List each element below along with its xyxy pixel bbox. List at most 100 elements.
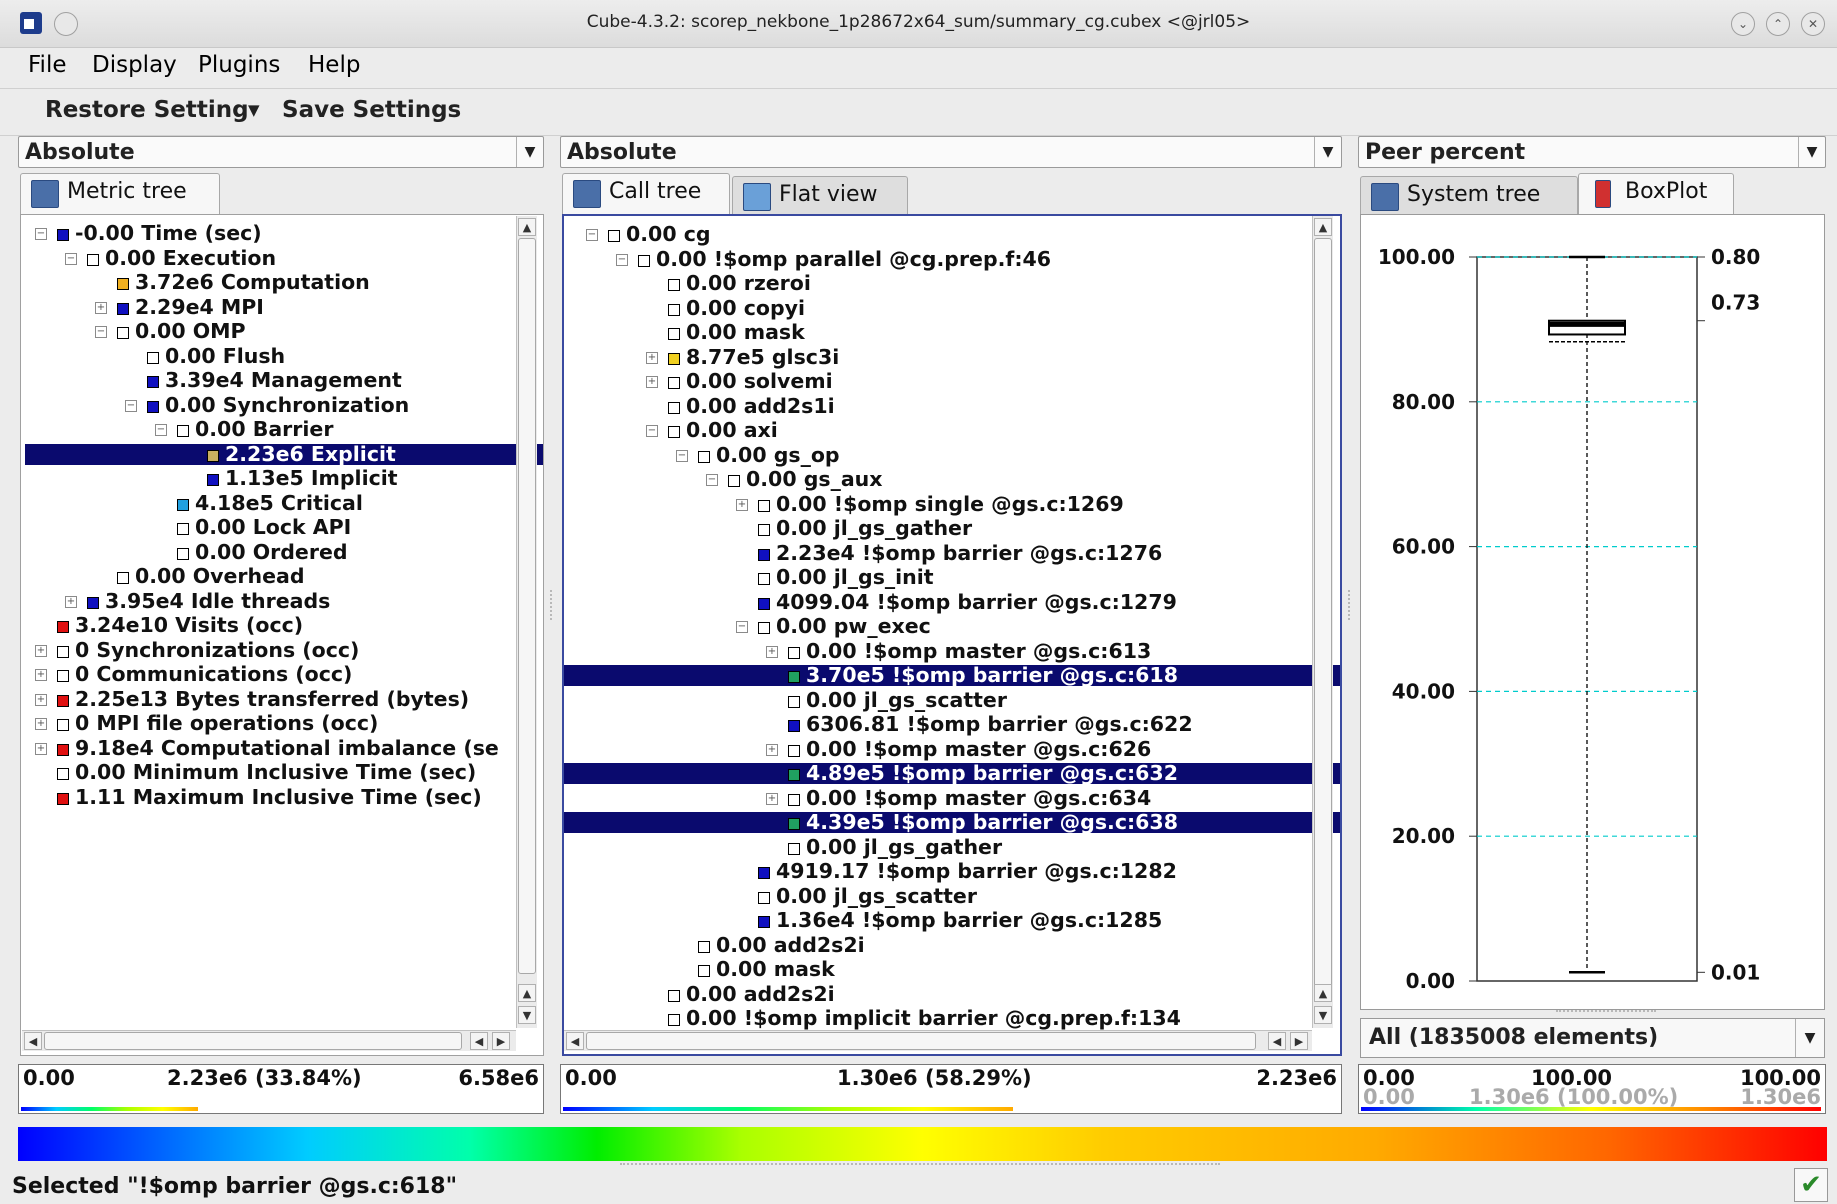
tree-row[interactable]: 0.00 rzeroi xyxy=(668,273,811,294)
tree-row[interactable]: 0.00 add2s2i xyxy=(698,934,865,956)
tree-row[interactable]: 0.00 Overhead xyxy=(117,566,305,587)
scroll-left-icon[interactable]: ◀ xyxy=(24,1032,42,1050)
close-icon[interactable]: ✕ xyxy=(1801,12,1825,36)
tab-system-tree[interactable]: System tree xyxy=(1360,176,1578,214)
tree-row[interactable]: 4.18e5 Critical xyxy=(177,492,363,514)
tree-row[interactable]: 0 Synchronizations (occ) xyxy=(57,639,359,661)
expand-icon[interactable]: + xyxy=(766,645,778,658)
collapse-icon[interactable]: − xyxy=(35,228,47,240)
tree-row[interactable]: 0.00 add2s2i xyxy=(668,983,835,1005)
splitter-handle[interactable] xyxy=(620,1163,1220,1169)
tree-row[interactable]: 8.77e5 glsc3i xyxy=(668,346,839,368)
scroll-up-icon[interactable]: ▲ xyxy=(518,984,536,1002)
tree-row[interactable]: 0.00 pw_exec xyxy=(758,616,931,637)
metric-mode-select[interactable]: Absolute ▼ xyxy=(18,136,544,168)
tree-row[interactable]: 6306.81 !$omp barrier @gs.c:622 xyxy=(788,714,1193,735)
scroll-thumb[interactable] xyxy=(1314,238,1332,992)
tree-row[interactable]: 0.00 jl_gs_gather xyxy=(788,836,1002,858)
chevron-down-icon[interactable]: ▼ xyxy=(248,92,260,128)
tree-row[interactable]: 0.00 jl_gs_gather xyxy=(758,518,972,539)
scroll-thumb[interactable] xyxy=(586,1032,1256,1050)
tree-row[interactable]: 0.00 mask xyxy=(668,322,805,343)
scroll-up-icon[interactable]: ▲ xyxy=(518,218,536,236)
tree-row[interactable]: 9.18e4 Computational imbalance (se xyxy=(57,737,499,759)
tree-row[interactable]: 2.23e6 Explicit xyxy=(25,443,543,465)
scroll-right-icon[interactable]: ▶ xyxy=(492,1032,510,1050)
maximize-icon[interactable]: ⌃ xyxy=(1766,12,1790,36)
expand-icon[interactable]: + xyxy=(646,376,658,388)
collapse-icon[interactable]: − xyxy=(736,621,748,633)
expand-icon[interactable]: + xyxy=(95,301,107,314)
tree-row[interactable]: 0.00 cg xyxy=(608,224,711,245)
collapse-icon[interactable]: − xyxy=(95,326,107,338)
expand-icon[interactable]: + xyxy=(35,693,47,706)
tree-row[interactable]: 0 Communications (occ) xyxy=(57,664,352,685)
splitter-handle[interactable] xyxy=(1556,1010,1656,1016)
tree-row[interactable]: 0.00 gs_aux xyxy=(728,469,883,490)
tree-row[interactable]: 4099.04 !$omp barrier @gs.c:1279 xyxy=(758,591,1177,613)
tree-row[interactable]: 0.00 jl_gs_init xyxy=(758,567,934,588)
scroll-left-icon[interactable]: ◀ xyxy=(1268,1032,1286,1050)
menu-display[interactable]: Display xyxy=(92,48,177,82)
expand-icon[interactable]: + xyxy=(35,742,47,755)
menu-help[interactable]: Help xyxy=(308,48,360,82)
collapse-icon[interactable]: − xyxy=(65,252,77,265)
scroll-left-icon[interactable]: ◀ xyxy=(470,1032,488,1050)
call-mode-select[interactable]: Absolute ▼ xyxy=(560,136,1342,168)
tree-row[interactable]: 0.00 Minimum Inclusive Time (sec) xyxy=(57,762,476,783)
splitter-handle[interactable] xyxy=(1348,590,1356,620)
scroll-up-icon[interactable]: ▲ xyxy=(1314,984,1332,1002)
call-vertical-scrollbar[interactable]: ▲ ▲ ▼ xyxy=(1312,216,1333,1028)
tree-row[interactable]: 0.00 solvemi xyxy=(668,371,833,392)
expand-icon[interactable]: + xyxy=(766,743,778,756)
tree-row[interactable]: 0.00 copyi xyxy=(668,297,805,319)
tab-boxplot[interactable]: BoxPlot xyxy=(1578,173,1734,215)
tree-row[interactable]: 0.00 Lock API xyxy=(177,517,351,538)
tab-metric-tree[interactable]: Metric tree xyxy=(20,173,220,215)
tree-row[interactable]: 0.00 !$omp parallel @cg.prep.f:46 xyxy=(638,248,1051,270)
tree-row[interactable]: 0.00 add2s1i xyxy=(668,395,835,417)
tree-row[interactable]: 0.00 gs_op xyxy=(698,444,840,466)
expand-icon[interactable]: + xyxy=(736,498,748,511)
tree-row[interactable]: 0.00 axi xyxy=(668,420,778,441)
save-settings-button[interactable]: Save Settings xyxy=(282,92,461,128)
tree-row[interactable]: 3.95e4 Idle threads xyxy=(87,590,330,612)
tab-call-tree[interactable]: Call tree xyxy=(562,173,730,215)
tree-row[interactable]: 0.00 jl_gs_scatter xyxy=(788,689,1007,711)
scroll-left-icon[interactable]: ◀ xyxy=(566,1032,584,1050)
scroll-thumb[interactable] xyxy=(518,238,536,974)
menu-plugins[interactable]: Plugins xyxy=(198,48,280,82)
tree-row[interactable]: 0.00 mask xyxy=(698,959,835,980)
tree-row[interactable]: 3.24e10 Visits (occ) xyxy=(57,615,303,636)
scroll-down-icon[interactable]: ▼ xyxy=(518,1006,536,1024)
collapse-icon[interactable]: − xyxy=(586,229,598,241)
element-selector[interactable]: All (1835008 elements) ▼ xyxy=(1360,1018,1825,1058)
scroll-thumb[interactable] xyxy=(44,1032,462,1050)
metric-tree[interactable]: − -0.00 Time (sec) − 0.00 Execution 3.72e6 C… xyxy=(20,214,544,1056)
tree-row[interactable]: 3.72e6 Computation xyxy=(117,272,370,293)
collapse-icon[interactable]: − xyxy=(706,474,718,486)
scroll-up-icon[interactable]: ▲ xyxy=(1314,218,1332,236)
metric-horizontal-scrollbar[interactable]: ◀ ◀ ▶ xyxy=(22,1030,516,1051)
tree-row[interactable]: 0.00 Barrier xyxy=(177,419,333,440)
restore-setting-button[interactable]: Restore Setting xyxy=(45,92,249,128)
tree-row[interactable]: 1.13e5 Implicit xyxy=(207,468,398,489)
scroll-right-icon[interactable]: ▶ xyxy=(1290,1032,1308,1050)
expand-icon[interactable]: + xyxy=(766,792,778,805)
expand-icon[interactable]: + xyxy=(646,351,658,364)
expand-icon[interactable]: + xyxy=(35,644,47,657)
tree-row[interactable]: 2.29e4 MPI xyxy=(117,296,264,318)
tree-row[interactable]: 2.25e13 Bytes transferred (bytes) xyxy=(57,688,469,710)
expand-icon[interactable]: + xyxy=(65,595,77,608)
tree-row[interactable]: 0.00 !$omp master @gs.c:626 xyxy=(788,738,1151,760)
tree-row[interactable]: 0.00 jl_gs_scatter xyxy=(758,885,977,907)
tree-row[interactable]: 4.89e5 !$omp barrier @gs.c:632 xyxy=(564,763,1340,784)
scroll-down-icon[interactable]: ▼ xyxy=(1314,1006,1332,1024)
tree-row[interactable]: 0.00 !$omp single @gs.c:1269 xyxy=(758,493,1124,515)
metric-vertical-scrollbar[interactable]: ▲ ▲ ▼ xyxy=(516,216,537,1028)
collapse-icon[interactable]: − xyxy=(125,399,137,412)
splitter-handle[interactable] xyxy=(550,590,558,620)
tree-row[interactable]: 4919.17 !$omp barrier @gs.c:1282 xyxy=(758,861,1177,882)
tree-row[interactable]: 0.00 !$omp master @gs.c:634 xyxy=(788,787,1151,809)
call-horizontal-scrollbar[interactable]: ◀ ◀ ▶ xyxy=(564,1030,1312,1051)
